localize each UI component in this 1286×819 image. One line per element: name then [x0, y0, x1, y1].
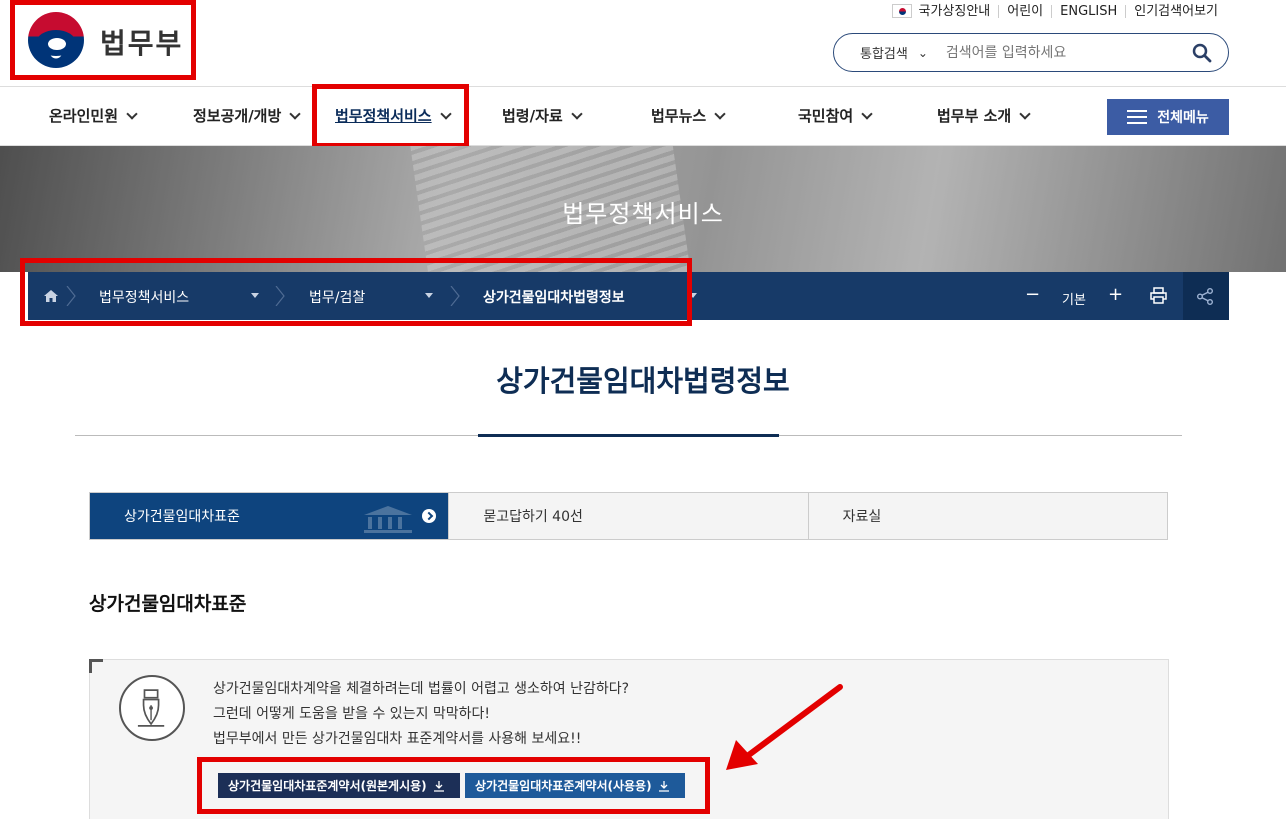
chevron-down-icon	[1019, 107, 1031, 120]
font-size-label: 기본	[1062, 293, 1086, 308]
gnb-item-legal-news[interactable]: 법무뉴스	[651, 105, 726, 126]
description-line-1: 상가건물임대차계약을 체결하려는데 법률이 어렵고 생소하여 난감하다?	[213, 681, 630, 697]
arrow-right-icon	[422, 509, 437, 523]
taegeuk-emblem-icon	[28, 12, 84, 68]
section-title: 상가건물임대차표준	[89, 593, 247, 615]
red-arrow-icon	[726, 684, 843, 770]
buttons-highlight-box	[197, 757, 710, 814]
logo-text: 법무부	[100, 27, 184, 60]
gnb-item-public-participation[interactable]: 국민참여	[798, 105, 873, 126]
gnb-item-about-ministry[interactable]: 법무부 소개	[937, 105, 1031, 126]
hamburger-menu-icon	[1127, 110, 1148, 124]
banner-title: 법무정책서비스	[562, 200, 724, 228]
gnb-item-online-petition[interactable]: 온라인민원	[49, 105, 138, 126]
korean-flag-icon	[892, 4, 913, 18]
gnb-item-laws-materials[interactable]: 법령/자료	[502, 105, 583, 126]
fountain-pen-icon	[119, 675, 185, 741]
share-icon	[1197, 288, 1213, 305]
search-bar: 통합검색 ⌄	[833, 33, 1229, 72]
content-tabs: 상가건물임대차표준 묻고답하기 40선 자료실	[89, 492, 1168, 540]
title-divider-accent	[478, 434, 779, 437]
utility-links: 국가상징안내 어린이 ENGLISH 인기검색어보기	[884, 4, 1226, 18]
font-increase-button[interactable]: +	[1108, 284, 1123, 305]
print-icon[interactable]	[1150, 287, 1167, 304]
util-link-english[interactable]: ENGLISH	[1051, 4, 1125, 18]
box-corner-decoration	[89, 659, 103, 673]
search-icon[interactable]	[1192, 43, 1212, 63]
chevron-down-icon	[126, 107, 138, 120]
breadcrumb-highlight-box	[20, 258, 692, 326]
search-scope-select[interactable]: 통합검색 ⌄	[860, 43, 928, 63]
util-link-kids[interactable]: 어린이	[998, 4, 1051, 18]
page-title: 상가건물임대차법령정보	[496, 364, 790, 398]
chevron-down-icon: ⌄	[917, 45, 928, 60]
description-line-2: 그런데 어떻게 도움을 받을 수 있는지 막막하다!	[213, 706, 491, 722]
util-link-popular-keywords[interactable]: 인기검색어보기	[1125, 4, 1226, 18]
font-decrease-button[interactable]: −	[1025, 284, 1040, 305]
tab-resources[interactable]: 자료실	[807, 493, 1167, 539]
description-line-3: 법무부에서 만든 상가건물임대차 표준계약서를 사용해 보세요!!	[213, 731, 582, 747]
chevron-down-icon	[714, 107, 726, 120]
tab-qna-40[interactable]: 묻고답하기 40선	[448, 493, 808, 539]
all-menu-button[interactable]: 전체메뉴	[1107, 99, 1229, 135]
search-input[interactable]	[945, 44, 1166, 61]
chevron-down-icon	[289, 107, 301, 120]
building-icon	[364, 506, 413, 533]
gnb-highlight-box	[312, 84, 469, 148]
chevron-down-icon	[861, 107, 873, 120]
tab-commercial-lease-standard[interactable]: 상가건물임대차표준	[90, 493, 449, 539]
util-link-national-symbols[interactable]: 국가상징안내	[884, 4, 998, 18]
gnb-item-info-disclosure[interactable]: 정보공개/개방	[193, 105, 301, 126]
chevron-down-icon	[571, 107, 583, 120]
